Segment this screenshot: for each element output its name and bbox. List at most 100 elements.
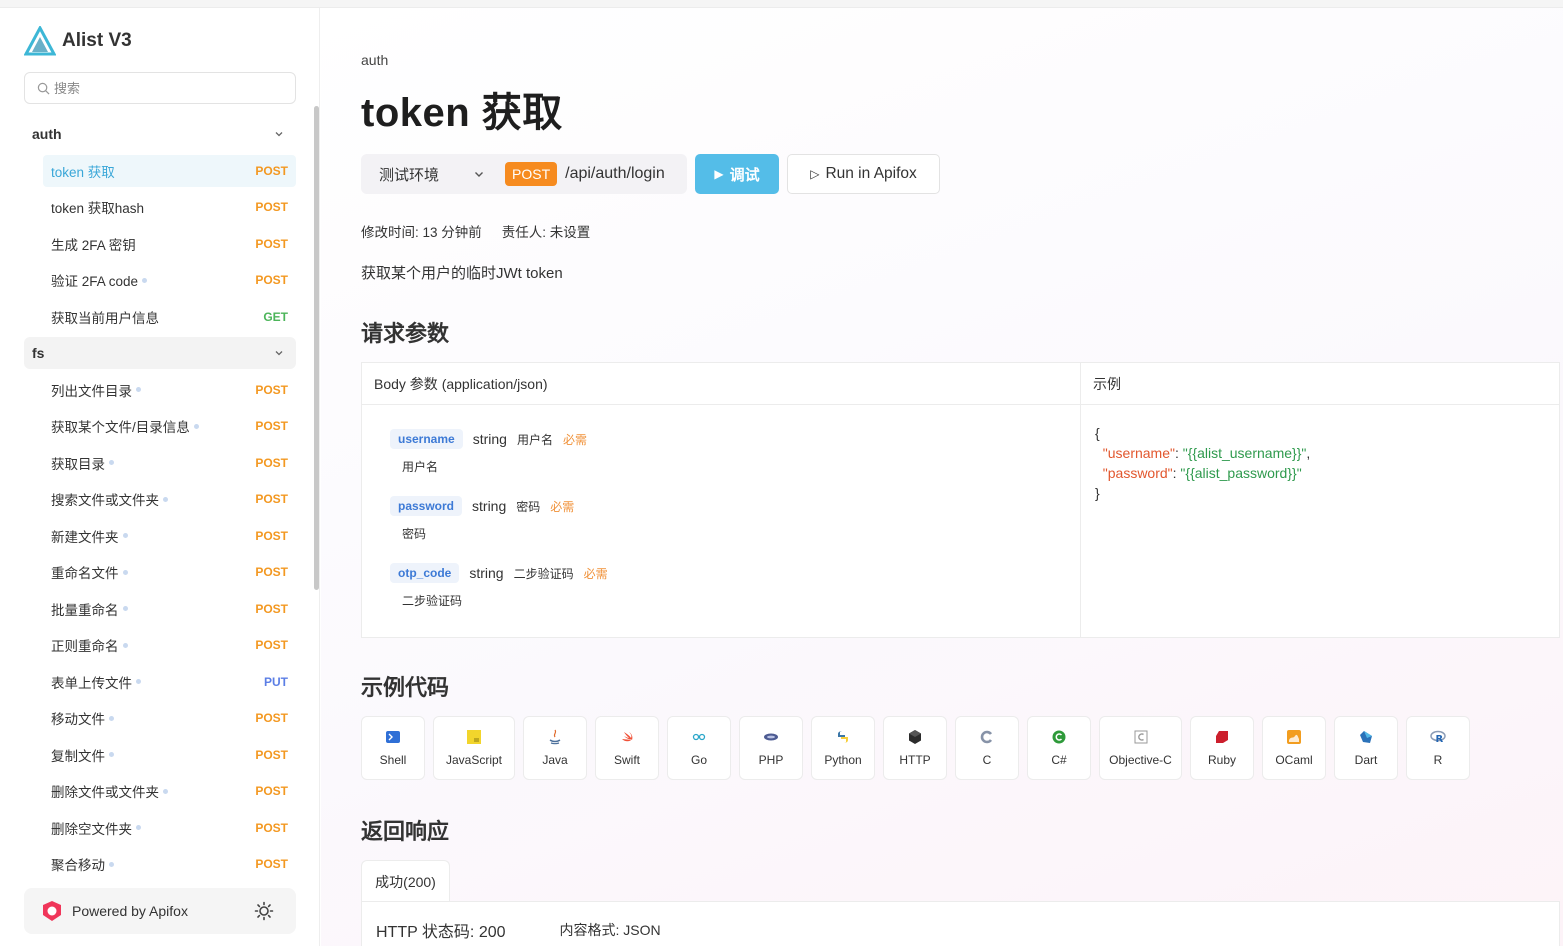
sidebar-item-fs-mkdir[interactable]: 新建文件夹 POST	[24, 520, 296, 552]
method-badge: POST	[255, 857, 288, 871]
param-name[interactable]: username	[390, 429, 463, 449]
http-icon	[907, 729, 923, 745]
item-text: 删除空文件夹	[51, 821, 132, 837]
sidebar-group-auth[interactable]: auth	[24, 118, 296, 150]
sidebar-group-fs[interactable]: fs	[24, 337, 296, 369]
sidebar-item-fs-get[interactable]: 获取某个文件/目录信息 POST	[24, 410, 296, 442]
lang-ruby[interactable]: Ruby	[1190, 716, 1254, 780]
environment-select[interactable]: 测试环境	[361, 154, 497, 194]
shell-icon	[385, 729, 401, 745]
brand[interactable]: Alist V3	[24, 26, 132, 56]
method-badge: GET	[263, 309, 288, 324]
sidebar-item-fs-copy[interactable]: 复制文件 POST	[24, 739, 296, 771]
lang-c[interactable]: C	[955, 716, 1019, 780]
sidebar-item-fs-move[interactable]: 移动文件 POST	[24, 702, 296, 734]
search-icon	[37, 82, 50, 94]
item-text: 批量重命名	[51, 602, 119, 618]
sidebar-item-current-user[interactable]: 获取当前用户信息 GET	[24, 301, 296, 333]
sidebar-item-fs-remove[interactable]: 删除文件或文件夹 POST	[24, 775, 296, 807]
example-json[interactable]: { "username": "{{alist_username}}", "pas…	[1095, 423, 1310, 503]
content-type: 内容格式: JSON	[559, 922, 661, 938]
group-label: auth	[32, 126, 62, 142]
param-description: 用户名	[402, 460, 439, 474]
lang-http[interactable]: HTTP	[883, 716, 947, 780]
swift-icon	[619, 729, 635, 745]
lang-r[interactable]: R R	[1406, 716, 1470, 780]
item-label: 列出文件目录	[51, 380, 141, 400]
sidebar-item-verify-2fa[interactable]: 验证 2FA code POST	[24, 264, 296, 296]
lang-dart[interactable]: Dart	[1334, 716, 1398, 780]
sidebar-item-fs-remove-empty[interactable]: 删除空文件夹 POST	[24, 812, 296, 844]
param-name[interactable]: password	[390, 496, 463, 516]
sidebar-item-generate-2fa[interactable]: 生成 2FA 密钥 POST	[24, 228, 296, 260]
main-content: auth token 获取 测试环境 POST /api/auth/login …	[321, 8, 1563, 946]
method-badge: POST	[255, 528, 288, 543]
item-text: 搜索文件或文件夹	[51, 493, 159, 508]
lang-name: JavaScript	[445, 753, 503, 767]
theme-sun-icon[interactable]	[254, 901, 274, 921]
sidebar-item-token-login[interactable]: token 获取 POST	[43, 154, 296, 187]
item-text: 新建文件夹	[51, 529, 119, 545]
lang-csharp[interactable]: C#	[1027, 716, 1091, 780]
debug-button[interactable]: ▶ 调试	[695, 154, 779, 194]
sidebar-item-fs-recursive-move[interactable]: 聚合移动 POST	[24, 848, 296, 880]
search-box[interactable]	[24, 72, 296, 104]
breadcrumb[interactable]: auth	[361, 52, 388, 68]
chevron-down-icon	[475, 172, 483, 177]
lang-php[interactable]: PHP	[739, 716, 803, 780]
sidebar-item-fs-list[interactable]: 列出文件目录 POST	[24, 374, 296, 406]
endpoint-description: 获取某个用户的临时JWt token	[361, 265, 563, 282]
sidebar-item-fs-regex-rename[interactable]: 正则重命名 POST	[24, 629, 296, 661]
sidebar-item-fs-batch-rename[interactable]: 批量重命名 POST	[24, 593, 296, 625]
item-text: 聚合移动	[51, 858, 105, 873]
search-input[interactable]	[54, 80, 284, 96]
lang-name: PHP	[758, 753, 784, 767]
param-title: 二步验证码	[513, 566, 574, 581]
item-label: 获取某个文件/目录信息	[51, 416, 199, 436]
param-username: username string 用户名 必需 用户名	[390, 429, 587, 475]
lang-name: C	[982, 753, 992, 767]
lang-shell[interactable]: Shell	[361, 716, 425, 780]
status-dot	[193, 423, 199, 429]
method-badge: PUT	[264, 674, 288, 689]
sidebar-nav: auth token 获取 POST token 获取hash POST 生成 …	[24, 118, 296, 885]
param-name[interactable]: otp_code	[390, 563, 460, 583]
meta-info: 修改时间: 13 分钟前 责任人: 未设置	[361, 221, 590, 241]
sidebar-item-fs-form-upload[interactable]: 表单上传文件 PUT	[24, 666, 296, 698]
method-badge: POST	[255, 455, 288, 470]
status-dot	[136, 825, 141, 830]
owner: 责任人: 未设置	[501, 225, 591, 240]
lang-java[interactable]: Java	[523, 716, 587, 780]
lang-go[interactable]: Go	[667, 716, 731, 780]
alist-logo-icon	[24, 26, 56, 56]
run-in-apifox-button[interactable]: ▷ Run in Apifox	[787, 154, 940, 194]
param-type: string	[472, 431, 507, 447]
objective-c-icon	[1133, 729, 1149, 745]
code-line: }	[1095, 485, 1100, 501]
status-dot	[109, 460, 114, 465]
powered-by-footer[interactable]: Powered by Apifox	[24, 888, 296, 934]
sidebar-item-fs-search[interactable]: 搜索文件或文件夹 POST	[24, 483, 296, 515]
sidebar-scrollbar[interactable]	[314, 106, 319, 590]
lang-javascript[interactable]: JavaScript	[433, 716, 515, 780]
json-value: "{{alist_password}}"	[1180, 465, 1302, 481]
lang-swift[interactable]: Swift	[595, 716, 659, 780]
item-label: 搜索文件或文件夹	[51, 489, 168, 509]
sidebar-item-token-hash[interactable]: token 获取hash POST	[24, 191, 296, 223]
tab-success-200[interactable]: 成功(200)	[361, 860, 450, 902]
item-label: 验证 2FA code	[51, 270, 148, 290]
lang-ocaml[interactable]: OCaml	[1262, 716, 1326, 780]
endpoint-path[interactable]: /api/auth/login	[565, 165, 665, 183]
body-params-pane: Body 参数 (application/json) username stri…	[362, 363, 1081, 637]
lang-name: Go	[690, 753, 707, 767]
lang-objective-c[interactable]: Objective-C	[1099, 716, 1182, 780]
page-title: token 获取	[361, 91, 563, 135]
sidebar-item-fs-dirs[interactable]: 获取目录 POST	[24, 447, 296, 479]
status-dot	[136, 679, 141, 684]
response-panel: HTTP 状态码: 200 内容格式: JSON	[361, 901, 1560, 946]
sidebar-item-fs-rename[interactable]: 重命名文件 POST	[24, 556, 296, 588]
status-dot	[122, 569, 128, 575]
code-line: "password": "{{alist_password}}"	[1102, 465, 1302, 481]
apifox-logo-icon	[43, 901, 61, 921]
lang-python[interactable]: Python	[811, 716, 875, 780]
